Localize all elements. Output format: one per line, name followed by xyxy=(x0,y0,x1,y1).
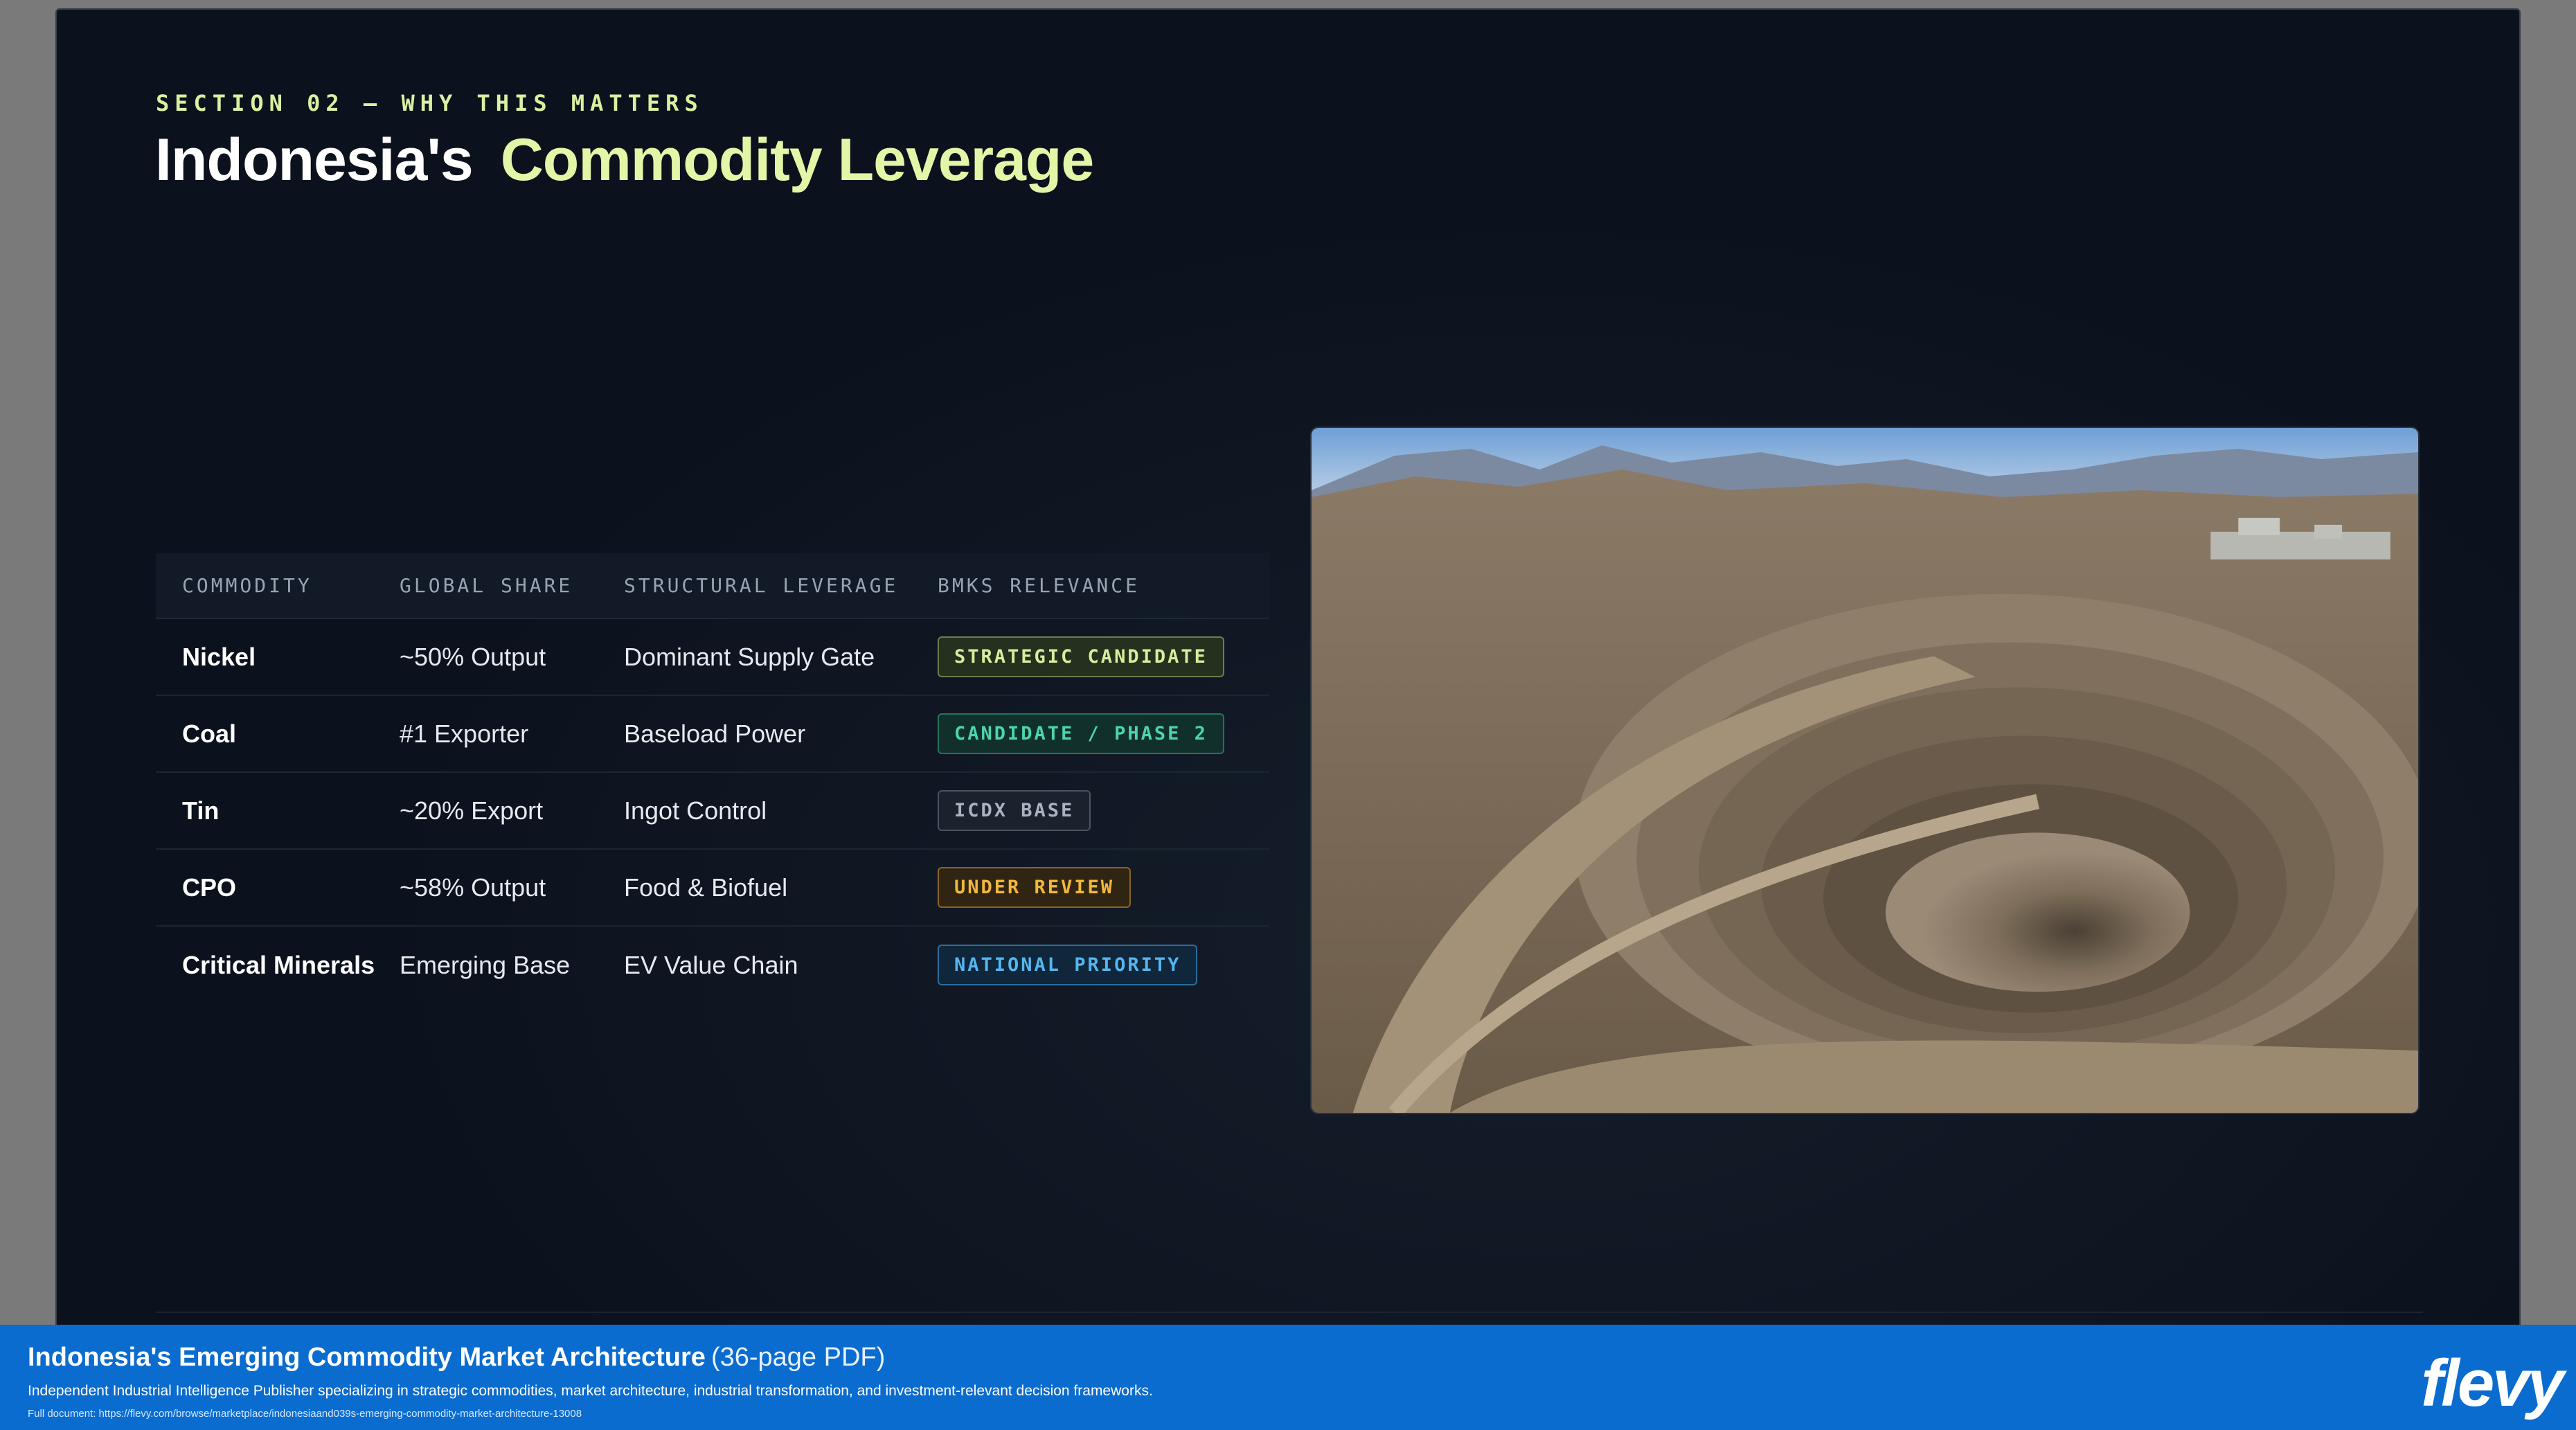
flevy-logo[interactable]: flevy xyxy=(2421,1346,2564,1422)
page-title: Indonesia's Commodity Leverage xyxy=(155,126,1095,195)
relevance-badge: NATIONAL PRIORITY xyxy=(938,945,1198,985)
cell-commodity: Critical Minerals xyxy=(182,950,375,979)
open-pit-mine-photo xyxy=(1310,427,2420,1114)
cell-commodity: Nickel xyxy=(182,642,256,671)
banner-doc-title: Indonesia's Emerging Commodity Market Ar… xyxy=(28,1343,706,1372)
cell-leverage: Baseload Power xyxy=(624,719,806,748)
relevance-badge: UNDER REVIEW xyxy=(938,867,1132,908)
banner-title: Indonesia's Emerging Commodity Market Ar… xyxy=(28,1343,885,1373)
table-row: Critical Minerals Emerging Base EV Value… xyxy=(156,927,1269,1003)
banner-page-count: (36-page PDF) xyxy=(710,1343,886,1372)
title-part1: Indonesia's xyxy=(155,127,474,193)
cell-share: #1 Exporter xyxy=(400,719,529,748)
table-row: CPO ~58% Output Food & Biofuel UNDER REV… xyxy=(156,850,1269,927)
mine-illustration xyxy=(1312,428,2418,1113)
relevance-badge: ICDX BASE xyxy=(938,790,1091,831)
table-row: Coal #1 Exporter Baseload Power CANDIDAT… xyxy=(156,696,1269,773)
cell-leverage: Food & Biofuel xyxy=(624,873,788,902)
banner-document-link[interactable]: Full document: https://flevy.com/browse/… xyxy=(28,1408,582,1420)
header-commodity: COMMODITY xyxy=(182,574,312,597)
cell-share: ~50% Output xyxy=(400,642,546,671)
relevance-badge: CANDIDATE / PHASE 2 xyxy=(938,713,1224,754)
slide: SECTION 02 — WHY THIS MATTERS Indonesia'… xyxy=(55,8,2521,1430)
section-label: SECTION 02 — WHY THIS MATTERS xyxy=(156,90,704,116)
cell-commodity: Coal xyxy=(182,719,237,748)
document-banner[interactable]: Indonesia's Emerging Commodity Market Ar… xyxy=(0,1325,2576,1430)
cell-leverage: Dominant Supply Gate xyxy=(624,642,875,671)
cell-leverage: EV Value Chain xyxy=(624,950,798,979)
header-global-share: GLOBAL SHARE xyxy=(400,574,573,597)
table-row: Nickel ~50% Output Dominant Supply Gate … xyxy=(156,619,1269,696)
relevance-badge: STRATEGIC CANDIDATE xyxy=(938,636,1224,677)
title-part2: Commodity Leverage xyxy=(500,127,1095,193)
cell-commodity: Tin xyxy=(182,796,220,825)
cell-leverage: Ingot Control xyxy=(624,796,767,825)
cell-share: Emerging Base xyxy=(400,950,571,979)
table-header: COMMODITY GLOBAL SHARE STRUCTURAL LEVERA… xyxy=(156,553,1269,619)
commodity-table: COMMODITY GLOBAL SHARE STRUCTURAL LEVERA… xyxy=(156,553,1269,1003)
table-row: Tin ~20% Export Ingot Control ICDX BASE xyxy=(156,773,1269,850)
header-structural-leverage: STRUCTURAL LEVERAGE xyxy=(624,574,899,597)
banner-description: Independent Industrial Intelligence Publ… xyxy=(28,1383,1153,1399)
cell-commodity: CPO xyxy=(182,873,237,902)
cell-share: ~58% Output xyxy=(400,873,546,902)
header-bmks-relevance: BMKS RELEVANCE xyxy=(938,574,1141,597)
cell-share: ~20% Export xyxy=(400,796,544,825)
footer-divider xyxy=(156,1312,2423,1313)
